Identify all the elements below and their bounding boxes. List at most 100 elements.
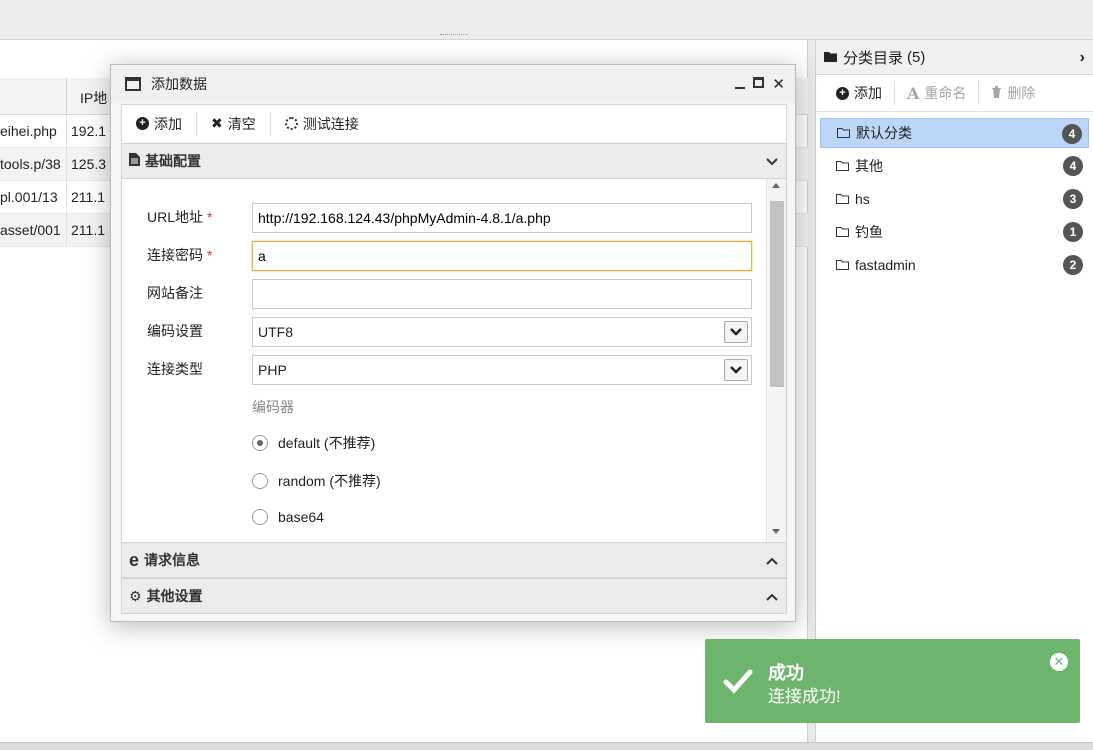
encoding-value: UTF8: [258, 324, 293, 340]
radio-button[interactable]: [252, 435, 268, 451]
category-count-badge: 4: [1062, 124, 1082, 144]
type-select[interactable]: PHP: [252, 355, 752, 385]
password-label: 连接密码 *: [147, 247, 213, 263]
cell-url: 38/tools.p: [0, 156, 61, 172]
top-bar: [0, 0, 1093, 40]
cell-separator: [66, 115, 67, 148]
encoding-select[interactable]: UTF8: [252, 317, 752, 347]
maximize-icon[interactable]: [753, 77, 765, 88]
encoder-option-label: base64: [278, 509, 324, 525]
category-panel: 分类目录 (5) › + 添加 A 重命名 删除 默认分类 4 其他 4 hs …: [815, 40, 1093, 742]
clear-button-label: 清空: [227, 115, 256, 132]
chevron-right-icon[interactable]: ›: [1080, 49, 1085, 67]
plus-circle-icon: +: [836, 86, 849, 100]
close-icon[interactable]: ✕: [772, 75, 785, 93]
bottom-bar: [0, 742, 1093, 750]
close-icon[interactable]: ✕: [1050, 653, 1068, 671]
chevron-down-icon[interactable]: [724, 321, 748, 343]
category-name: 其他: [855, 158, 883, 174]
category-name: fastadmin: [855, 257, 916, 273]
clear-button[interactable]: ✖ 清空: [211, 111, 271, 136]
category-add-button[interactable]: + 添加: [836, 81, 895, 105]
category-item-fastadmin[interactable]: fastadmin 2: [820, 250, 1089, 280]
success-toast: 成功 连接成功! ✕: [705, 639, 1080, 723]
radio-button[interactable]: [252, 509, 268, 525]
folder-solid-icon: [824, 49, 837, 66]
dialog-titlebar[interactable]: 添加数据 ✕: [111, 65, 795, 103]
category-toolbar: + 添加 A 重命名 删除: [816, 75, 1093, 112]
gears-icon: ⚙: [129, 587, 142, 604]
chevron-down-icon[interactable]: [724, 359, 748, 381]
note-label: 网站备注: [147, 285, 203, 301]
cell-separator: [66, 214, 67, 247]
minimize-icon[interactable]: [735, 75, 746, 89]
radio-button[interactable]: [252, 473, 268, 489]
section-request-info[interactable]: e 请求信息: [121, 542, 787, 578]
section-request-title: 请求信息: [144, 552, 201, 568]
note-input[interactable]: [252, 279, 752, 309]
category-count: (5): [907, 48, 926, 66]
cell-separator: [66, 148, 67, 181]
cell-ip: 192.1: [71, 123, 107, 139]
category-count-badge: 4: [1063, 156, 1083, 176]
x-icon: ✖: [211, 115, 223, 131]
category-delete-button[interactable]: 删除: [991, 81, 1047, 105]
scroll-up-icon[interactable]: [772, 183, 780, 188]
resize-grip[interactable]: [440, 34, 468, 38]
cell-url: 001/asset: [0, 222, 61, 238]
category-rename-label: 重命名: [924, 85, 967, 101]
url-label: URL地址 *: [147, 209, 213, 225]
dialog-title: 添加数据: [151, 76, 207, 92]
encoder-label: 编码器: [252, 399, 294, 415]
cell-ip: 211.1: [71, 189, 105, 205]
scroll-down-icon[interactable]: [772, 529, 780, 534]
cell-url: eihei.php: [0, 123, 57, 139]
form-scrollbar[interactable]: [766, 179, 786, 542]
password-input[interactable]: [252, 241, 752, 271]
category-rename-button[interactable]: A 重命名: [907, 81, 980, 105]
category-item-other[interactable]: 其他 4: [820, 151, 1089, 181]
trash-icon: [991, 85, 1002, 101]
encoder-option-random[interactable]: random (不推荐): [252, 471, 381, 491]
toast-message: 连接成功!: [768, 687, 841, 706]
spinner-icon: [284, 117, 298, 130]
encoder-option-label: random (不推荐): [278, 473, 381, 489]
column-header-ip[interactable]: IP地: [80, 88, 107, 108]
category-title: 分类目录: [843, 49, 904, 67]
category-item-phishing[interactable]: 钓鱼 1: [820, 217, 1089, 247]
url-input[interactable]: [252, 203, 752, 233]
encoder-option-base64[interactable]: base64: [252, 509, 324, 525]
category-delete-label: 删除: [1007, 85, 1036, 101]
type-label: 连接类型: [147, 361, 203, 377]
cell-ip: 211.1: [71, 222, 105, 238]
cell-url: 001/13.pl: [0, 189, 58, 205]
encoder-option-default[interactable]: default (不推荐): [252, 433, 375, 453]
scroll-thumb[interactable]: [770, 201, 784, 387]
type-value: PHP: [258, 362, 287, 378]
test-connection-button[interactable]: 测试连接: [284, 112, 373, 136]
section-other-settings[interactable]: ⚙ 其他设置: [121, 578, 787, 614]
dialog-toolbar: + 添加 ✖ 清空 测试连接: [121, 104, 787, 142]
cell-separator: [66, 181, 67, 214]
add-button-label: 添加: [154, 115, 182, 132]
folder-icon: [836, 224, 849, 240]
chevron-up-icon: [766, 552, 778, 568]
encoding-label: 编码设置: [147, 323, 203, 339]
test-connection-label: 测试连接: [302, 115, 359, 132]
plus-circle-icon: +: [136, 117, 149, 130]
category-item-default[interactable]: 默认分类 4: [820, 118, 1089, 148]
add-button[interactable]: + 添加: [136, 111, 197, 136]
folder-icon: [836, 158, 849, 174]
section-base-config[interactable]: 基础配置: [121, 143, 787, 179]
add-data-dialog: 添加数据 ✕ + 添加 ✖ 清空 测试连接 基础配置 URL地址 * http:…: [110, 64, 796, 622]
category-add-label: 添加: [854, 85, 882, 101]
category-count-badge: 3: [1063, 189, 1083, 209]
category-item-hs[interactable]: hs 3: [820, 184, 1089, 214]
category-header: 分类目录 (5) ›: [816, 40, 1093, 75]
category-name: 钓鱼: [855, 224, 883, 240]
checkmark-icon: [723, 667, 753, 695]
document-icon: [129, 153, 140, 169]
column-separator[interactable]: [66, 78, 67, 115]
base-config-form: URL地址* 连接密码* 网站备注 编码设置 UTF8 连接类型 PHP 编码器…: [121, 179, 787, 542]
folder-icon: [836, 257, 849, 273]
